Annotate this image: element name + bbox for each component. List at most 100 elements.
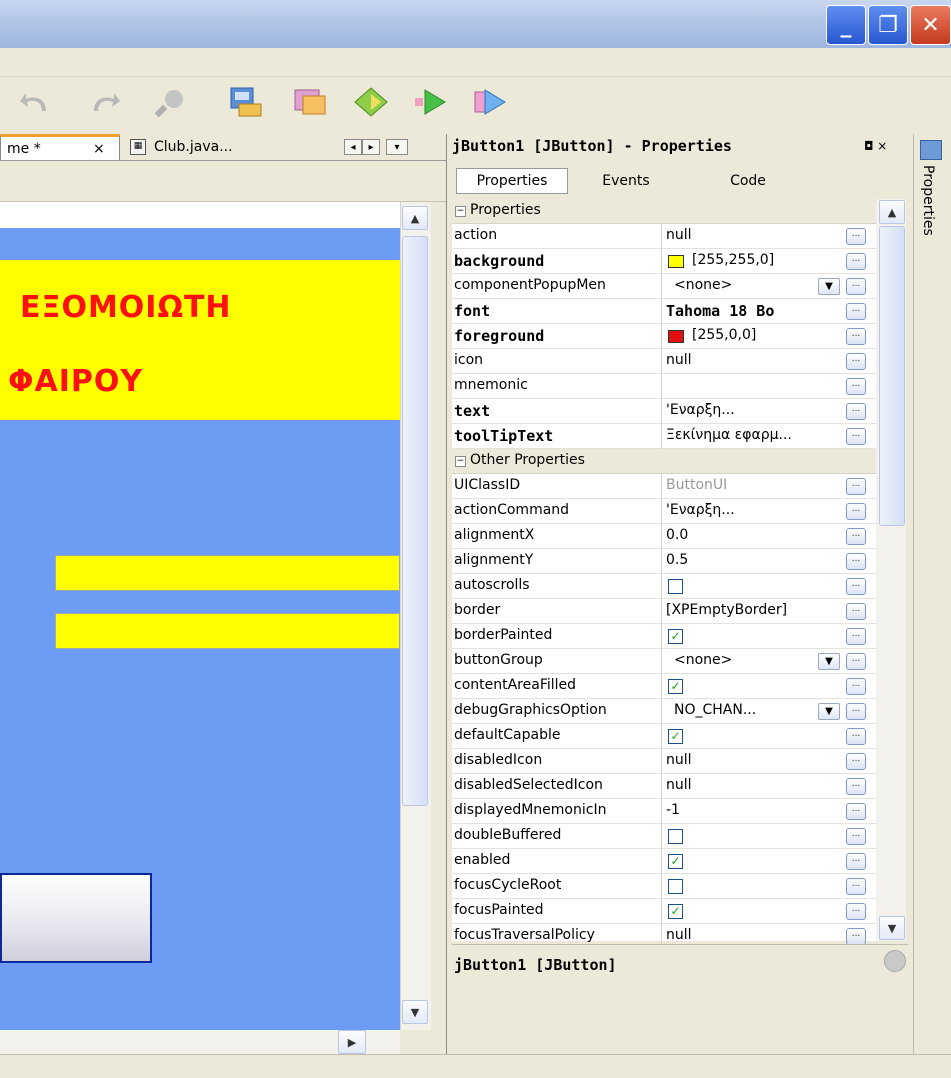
column-divider[interactable] [661, 499, 662, 524]
scroll-right-button[interactable]: ▶ [338, 1030, 366, 1054]
close-button[interactable]: ✕ [910, 5, 951, 45]
property-row-actioncommand[interactable]: actionCommand 'Εναρξη...... [452, 499, 876, 524]
property-value[interactable]: Ξεκίνημα εφαρμ... [666, 427, 841, 443]
property-row-action[interactable]: action null... [452, 224, 876, 249]
property-editor-button[interactable]: ... [846, 728, 866, 745]
column-divider[interactable] [661, 874, 662, 899]
property-value[interactable]: 'Εναρξη... [666, 402, 841, 418]
column-divider[interactable] [661, 699, 662, 724]
text-field-1[interactable] [55, 555, 400, 591]
property-row-disabledselectedicon[interactable]: disabledSelectedIcon null... [452, 774, 876, 799]
property-row-contentareafilled[interactable]: contentAreaFilled ✓... [452, 674, 876, 699]
property-value[interactable]: Tahoma 18 Bo [666, 302, 841, 320]
property-value[interactable]: ButtonUI [666, 477, 841, 493]
property-value[interactable]: null [666, 227, 841, 243]
property-category[interactable]: − Other Properties [452, 449, 876, 474]
property-editor-button[interactable]: ... [846, 528, 866, 545]
column-divider[interactable] [661, 774, 662, 799]
property-editor-button[interactable]: ... [846, 353, 866, 370]
column-divider[interactable] [661, 349, 662, 374]
tab-code[interactable]: Code [718, 168, 778, 194]
chevron-down-icon[interactable]: ▼ [818, 278, 840, 295]
column-divider[interactable] [661, 724, 662, 749]
property-checkbox[interactable]: ✓ [668, 629, 683, 644]
property-row-mnemonic[interactable]: mnemonic... [452, 374, 876, 399]
property-row-enabled[interactable]: enabled ✓... [452, 849, 876, 874]
property-checkbox[interactable]: ✓ [668, 679, 683, 694]
column-divider[interactable] [661, 299, 662, 324]
column-divider[interactable] [661, 674, 662, 699]
scroll-up-button[interactable]: ▲ [402, 206, 428, 230]
property-row-text[interactable]: text 'Εναρξη...... [452, 399, 876, 424]
debug-icon[interactable] [468, 82, 510, 122]
column-divider[interactable] [661, 749, 662, 774]
column-divider[interactable] [661, 474, 662, 499]
property-value[interactable]: <none> [674, 652, 814, 668]
undo-icon[interactable] [14, 82, 56, 122]
property-editor-button[interactable]: ... [846, 578, 866, 595]
property-row-debuggraphicsoption[interactable]: debugGraphicsOption NO_CHAN... ▼... [452, 699, 876, 724]
property-row-focuspainted[interactable]: focusPainted ✓... [452, 899, 876, 924]
property-row-disabledicon[interactable]: disabledIcon null... [452, 749, 876, 774]
property-value[interactable]: null [666, 352, 841, 368]
column-divider[interactable] [661, 424, 662, 449]
property-row-doublebuffered[interactable]: doubleBuffered... [452, 824, 876, 849]
property-value[interactable]: 0.5 [666, 552, 841, 568]
property-category[interactable]: − Properties [452, 199, 876, 224]
text-field-2[interactable] [55, 613, 400, 649]
column-divider[interactable] [661, 799, 662, 824]
column-divider[interactable] [661, 574, 662, 599]
property-editor-button[interactable]: ... [846, 753, 866, 770]
property-value[interactable]: <none> [674, 277, 814, 293]
close-tab-icon[interactable]: × [93, 141, 105, 157]
property-value[interactable]: [255,0,0] [692, 327, 867, 343]
property-row-alignmenty[interactable]: alignmentY 0.5... [452, 549, 876, 574]
property-editor-button[interactable]: ... [846, 603, 866, 620]
property-editor-button[interactable]: ... [846, 378, 866, 395]
column-divider[interactable] [661, 899, 662, 924]
property-value[interactable]: null [666, 752, 841, 768]
chevron-down-icon[interactable]: ▼ [818, 653, 840, 670]
property-scroll-down-button[interactable]: ▼ [879, 916, 905, 940]
find-icon[interactable] [150, 82, 192, 122]
property-editor-button[interactable]: ... [846, 703, 866, 720]
property-editor-button[interactable]: ... [846, 228, 866, 245]
property-row-icon[interactable]: icon null... [452, 349, 876, 374]
show-opened-documents-button[interactable]: ▾ [386, 139, 408, 155]
scroll-down-button[interactable]: ▼ [402, 1000, 428, 1024]
property-editor-button[interactable]: ... [846, 628, 866, 645]
property-editor-button[interactable]: ... [846, 428, 866, 445]
property-value[interactable]: NO_CHAN... [674, 702, 814, 718]
column-divider[interactable] [661, 599, 662, 624]
property-row-tooltiptext[interactable]: toolTipText Ξεκίνημα εφαρμ...... [452, 424, 876, 449]
collapse-icon[interactable]: − [455, 456, 466, 467]
editor-tab-active[interactable]: me * × [0, 134, 120, 160]
property-row-componentpopupmen[interactable]: componentPopupMen <none> ▼... [452, 274, 876, 299]
property-scroll-up-button[interactable]: ▲ [879, 200, 905, 224]
property-editor-button[interactable]: ... [846, 553, 866, 570]
property-checkbox[interactable]: ✓ [668, 729, 683, 744]
property-value[interactable]: -1 [666, 802, 841, 818]
property-editor-button[interactable]: ... [846, 503, 866, 520]
scroll-tabs-left-button[interactable]: ◂ [344, 139, 362, 155]
jbutton1[interactable] [0, 873, 152, 963]
property-checkbox[interactable]: ✓ [668, 904, 683, 919]
build-icon[interactable] [350, 82, 392, 122]
column-divider[interactable] [661, 224, 662, 249]
property-row-autoscrolls[interactable]: autoscrolls... [452, 574, 876, 599]
property-value[interactable]: [XPEmptyBorder] [666, 602, 841, 618]
property-editor-button[interactable]: ... [846, 778, 866, 795]
property-checkbox[interactable] [668, 829, 683, 844]
collapse-icon[interactable]: − [455, 206, 466, 217]
property-row-displayedmnemonicin[interactable]: displayedMnemonicIn -1... [452, 799, 876, 824]
property-editor-button[interactable]: ... [846, 253, 866, 270]
property-editor-button[interactable]: ... [846, 403, 866, 420]
property-row-borderpainted[interactable]: borderPainted ✓... [452, 624, 876, 649]
property-editor-button[interactable]: ... [846, 853, 866, 870]
property-value[interactable]: [255,255,0] [692, 252, 867, 268]
property-scroll-thumb[interactable] [879, 226, 905, 526]
property-editor-button[interactable]: ... [846, 653, 866, 670]
property-checkbox[interactable] [668, 579, 683, 594]
help-icon[interactable] [884, 950, 906, 972]
property-row-background[interactable]: background [255,255,0]... [452, 249, 876, 274]
